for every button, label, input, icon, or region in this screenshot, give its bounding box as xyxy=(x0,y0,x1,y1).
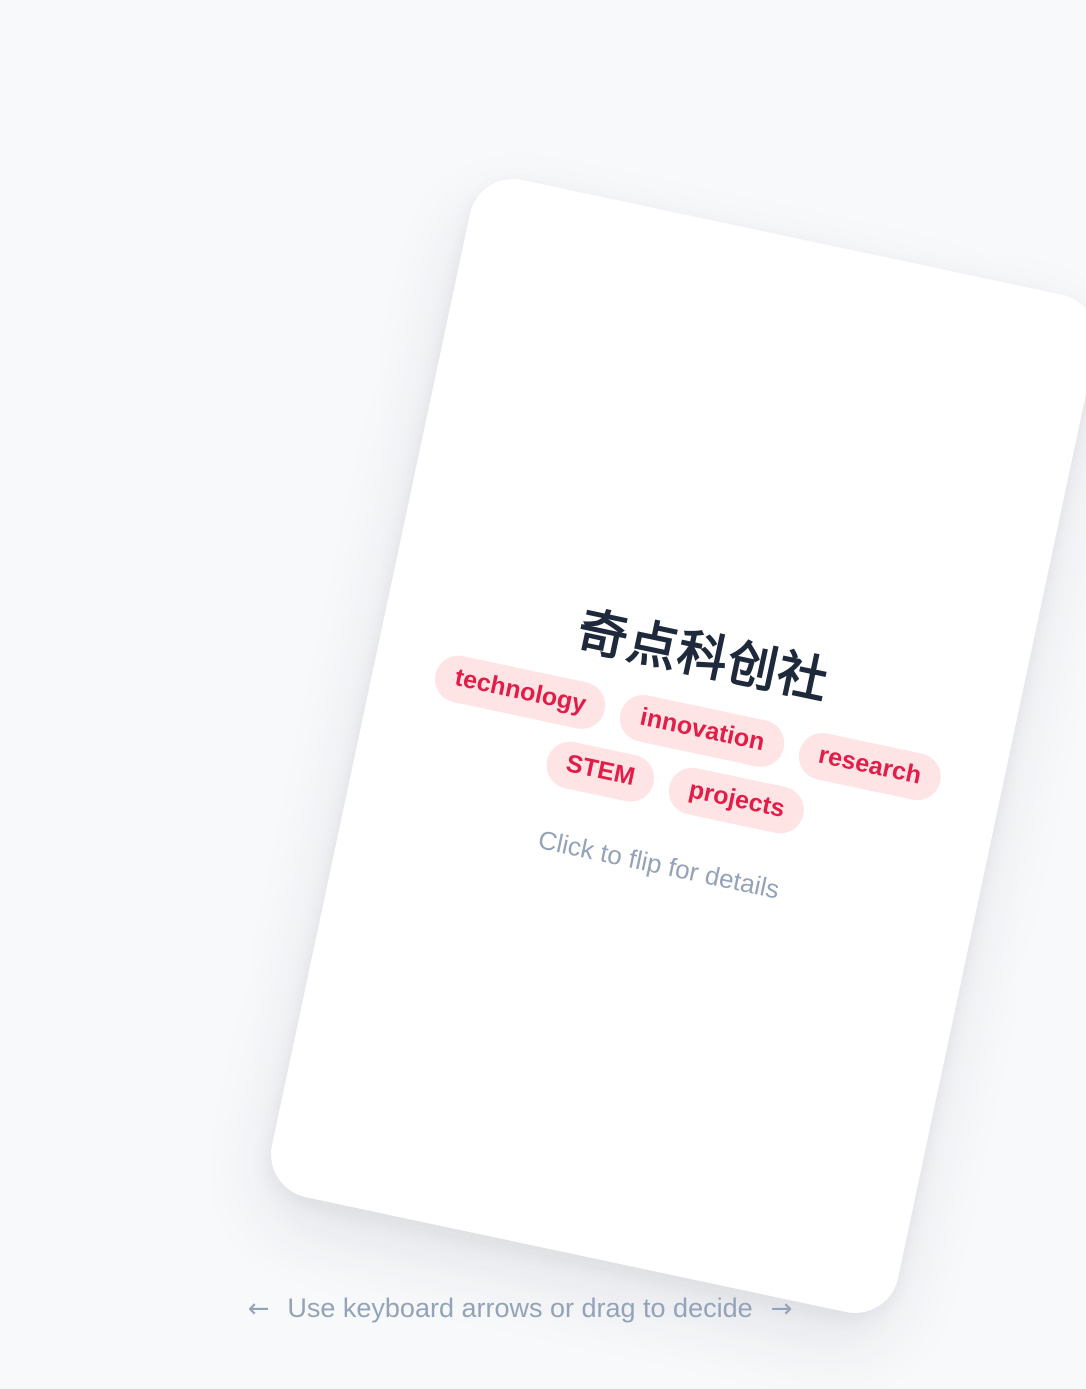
swipe-card[interactable]: 奇点科创社 technology innovation research STE… xyxy=(262,170,1086,1322)
tag-projects: projects xyxy=(664,763,809,838)
flip-hint: Click to flip for details xyxy=(535,824,783,905)
instruction-text: Use keyboard arrows or drag to decide xyxy=(287,1293,753,1323)
arrow-right-icon: → xyxy=(770,1293,793,1324)
tag-technology: technology xyxy=(430,651,610,734)
tag-research: research xyxy=(794,728,946,805)
arrow-left-icon: ← xyxy=(247,1293,270,1324)
tag-stem: STEM xyxy=(541,737,659,807)
card-front: 奇点科创社 technology innovation research STE… xyxy=(343,550,1025,946)
instruction-bar: ← Use keyboard arrows or drag to decide … xyxy=(0,1293,1040,1324)
